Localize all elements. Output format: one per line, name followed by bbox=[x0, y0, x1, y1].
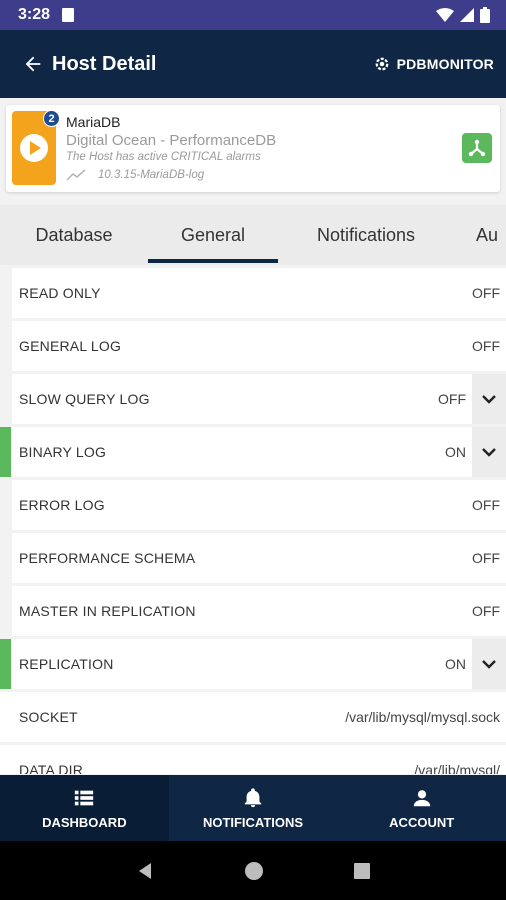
page-title: Host Detail bbox=[52, 52, 157, 75]
row-label: DATA DIR bbox=[19, 762, 84, 774]
row-value: OFF bbox=[472, 285, 500, 301]
list-item: SOCKET /var/lib/mysql/mysql.sock bbox=[0, 692, 506, 742]
list-icon bbox=[75, 790, 94, 805]
row-label: BINARY LOG bbox=[19, 444, 107, 460]
person-icon bbox=[413, 789, 430, 806]
system-nav-bar bbox=[0, 841, 506, 900]
row-label: SOCKET bbox=[19, 709, 78, 725]
row-value: OFF bbox=[438, 391, 466, 407]
app-bar: Host Detail PDBMONITOR bbox=[0, 30, 506, 98]
list-item: READ ONLY OFF bbox=[12, 268, 506, 318]
row-label: SLOW QUERY LOG bbox=[19, 391, 150, 407]
tab-notifications[interactable]: Notifications bbox=[278, 205, 454, 265]
host-name: MariaDB bbox=[66, 114, 121, 130]
host-card[interactable]: 2 MariaDB Digital Ocean - PerformanceDB … bbox=[6, 105, 500, 192]
sd-card-icon bbox=[62, 8, 75, 22]
replication-button[interactable] bbox=[462, 133, 492, 163]
list-item[interactable]: SLOW QUERY LOG OFF bbox=[12, 374, 506, 424]
row-value: /var/lib/mysql/ bbox=[414, 762, 500, 774]
row-label: MASTER IN REPLICATION bbox=[19, 603, 196, 619]
settings-list: READ ONLY OFF GENERAL LOG OFF SLOW QUERY… bbox=[0, 268, 506, 774]
tab-bar: Database General Notifications Au bbox=[0, 205, 506, 265]
gear-logo-icon bbox=[375, 57, 388, 71]
recents-square-icon[interactable] bbox=[353, 862, 371, 880]
list-item: GENERAL LOG OFF bbox=[12, 321, 506, 371]
replication-icon bbox=[468, 139, 486, 157]
row-value: OFF bbox=[472, 338, 500, 354]
row-label: REPLICATION bbox=[19, 656, 114, 672]
wifi-icon bbox=[436, 8, 454, 22]
back-triangle-icon[interactable] bbox=[135, 861, 155, 881]
signal-icon bbox=[460, 8, 474, 22]
chevron-down-icon[interactable] bbox=[472, 374, 506, 424]
trend-icon bbox=[66, 169, 86, 181]
row-value: ON bbox=[445, 656, 466, 672]
host-subtitle: Digital Ocean - PerformanceDB bbox=[66, 132, 277, 149]
bell-icon bbox=[244, 787, 262, 807]
list-item: MASTER IN REPLICATION OFF bbox=[12, 586, 506, 636]
bottom-nav: DASHBOARD NOTIFICATIONS ACCOUNT bbox=[0, 775, 506, 841]
row-label: READ ONLY bbox=[19, 285, 101, 301]
row-value: OFF bbox=[472, 550, 500, 566]
row-label: GENERAL LOG bbox=[19, 338, 122, 354]
alarm-count-badge: 2 bbox=[43, 110, 60, 127]
tab-database[interactable]: Database bbox=[0, 205, 148, 265]
host-version: 10.3.15-MariaDB-log bbox=[98, 169, 205, 181]
back-arrow-icon[interactable] bbox=[22, 53, 44, 75]
nav-dashboard-label: DASHBOARD bbox=[42, 814, 127, 830]
tab-general[interactable]: General bbox=[148, 205, 278, 265]
row-value: OFF bbox=[472, 603, 500, 619]
list-item[interactable]: BINARY LOG ON bbox=[0, 427, 506, 477]
row-value: OFF bbox=[472, 497, 500, 513]
row-label: PERFORMANCE SCHEMA bbox=[19, 550, 196, 566]
nav-account[interactable]: ACCOUNT bbox=[337, 775, 506, 841]
host-version-line: 10.3.15-MariaDB-log bbox=[66, 169, 204, 181]
nav-account-label: ACCOUNT bbox=[389, 814, 455, 830]
battery-icon bbox=[480, 7, 490, 23]
list-item[interactable]: REPLICATION ON bbox=[0, 639, 506, 689]
status-bar: 3:28 bbox=[0, 0, 506, 30]
chevron-down-icon[interactable] bbox=[472, 639, 506, 689]
chevron-down-icon[interactable] bbox=[472, 427, 506, 477]
list-item: DATA DIR /var/lib/mysql/ bbox=[0, 745, 506, 774]
tab-audit[interactable]: Au bbox=[476, 205, 506, 265]
brand-logo: PDBMONITOR bbox=[373, 55, 494, 73]
list-item: ERROR LOG OFF bbox=[12, 480, 506, 530]
row-value: /var/lib/mysql/mysql.sock bbox=[345, 709, 500, 725]
status-time: 3:28 bbox=[18, 6, 51, 23]
row-label: ERROR LOG bbox=[19, 497, 105, 513]
home-circle-icon[interactable] bbox=[244, 861, 264, 881]
nav-dashboard[interactable]: DASHBOARD bbox=[0, 775, 169, 841]
host-alarm-text: The Host has active CRITICAL alarms bbox=[66, 151, 261, 163]
row-value: ON bbox=[445, 444, 466, 460]
play-circle-icon bbox=[20, 134, 48, 162]
nav-notifications-label: NOTIFICATIONS bbox=[202, 814, 304, 830]
list-item: PERFORMANCE SCHEMA OFF bbox=[12, 533, 506, 583]
active-tab-indicator bbox=[148, 259, 278, 263]
brand-name: PDBMONITOR bbox=[396, 56, 494, 72]
nav-notifications[interactable]: NOTIFICATIONS bbox=[169, 775, 338, 841]
